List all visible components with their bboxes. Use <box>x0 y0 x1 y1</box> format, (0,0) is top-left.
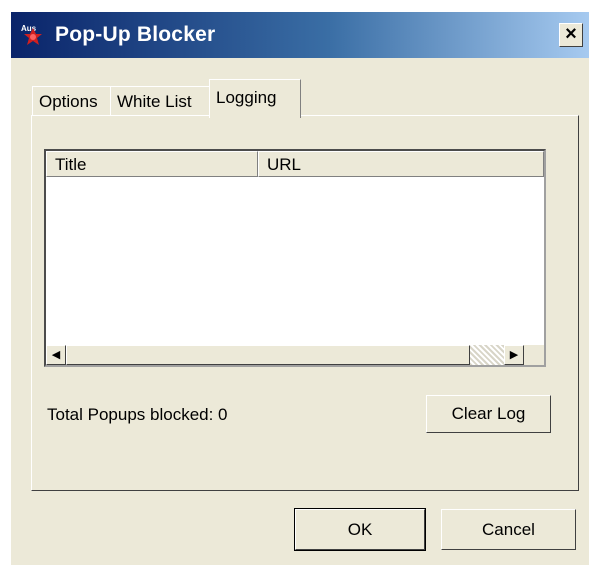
tab-options-label: Options <box>39 92 98 111</box>
column-title-label: Title <box>55 155 87 174</box>
clear-log-button[interactable]: Clear Log <box>426 395 551 433</box>
app-icon: Aus <box>21 24 42 45</box>
ok-label: OK <box>347 520 373 539</box>
scroll-right-button[interactable]: ▶ <box>504 345 524 365</box>
horizontal-scrollbar[interactable]: ◀ ▶ <box>46 345 544 365</box>
scroll-left-button[interactable]: ◀ <box>46 345 66 365</box>
title-bar[interactable]: Aus Pop-Up Blocker × <box>11 12 589 58</box>
scroll-thumb[interactable] <box>66 345 470 365</box>
arrow-left-icon: ◀ <box>51 349 61 361</box>
ok-button[interactable]: OK <box>294 508 426 551</box>
cancel-button[interactable]: Cancel <box>441 509 576 550</box>
total-popups-blocked: Total Popups blocked: 0 <box>47 405 228 424</box>
clear-log-label: Clear Log <box>451 404 526 423</box>
scroll-track[interactable] <box>470 345 504 365</box>
tab-white-list[interactable]: White List <box>110 86 210 116</box>
list-header: Title URL <box>46 151 544 177</box>
tab-logging[interactable]: Logging <box>209 79 301 118</box>
window-title: Pop-Up Blocker <box>55 23 216 46</box>
column-header-title[interactable]: Title <box>46 151 258 177</box>
arrow-right-icon: ▶ <box>509 349 519 361</box>
close-button[interactable]: × <box>559 23 583 47</box>
close-icon: × <box>565 23 577 45</box>
tab-logging-label: Logging <box>216 88 277 107</box>
tab-white-list-label: White List <box>117 92 192 111</box>
tab-options[interactable]: Options <box>32 86 111 116</box>
log-list[interactable]: Title URL ◀ ▶ <box>44 149 546 367</box>
column-header-url[interactable]: URL <box>258 151 544 177</box>
cancel-label: Cancel <box>482 520 535 539</box>
column-url-label: URL <box>267 155 302 174</box>
